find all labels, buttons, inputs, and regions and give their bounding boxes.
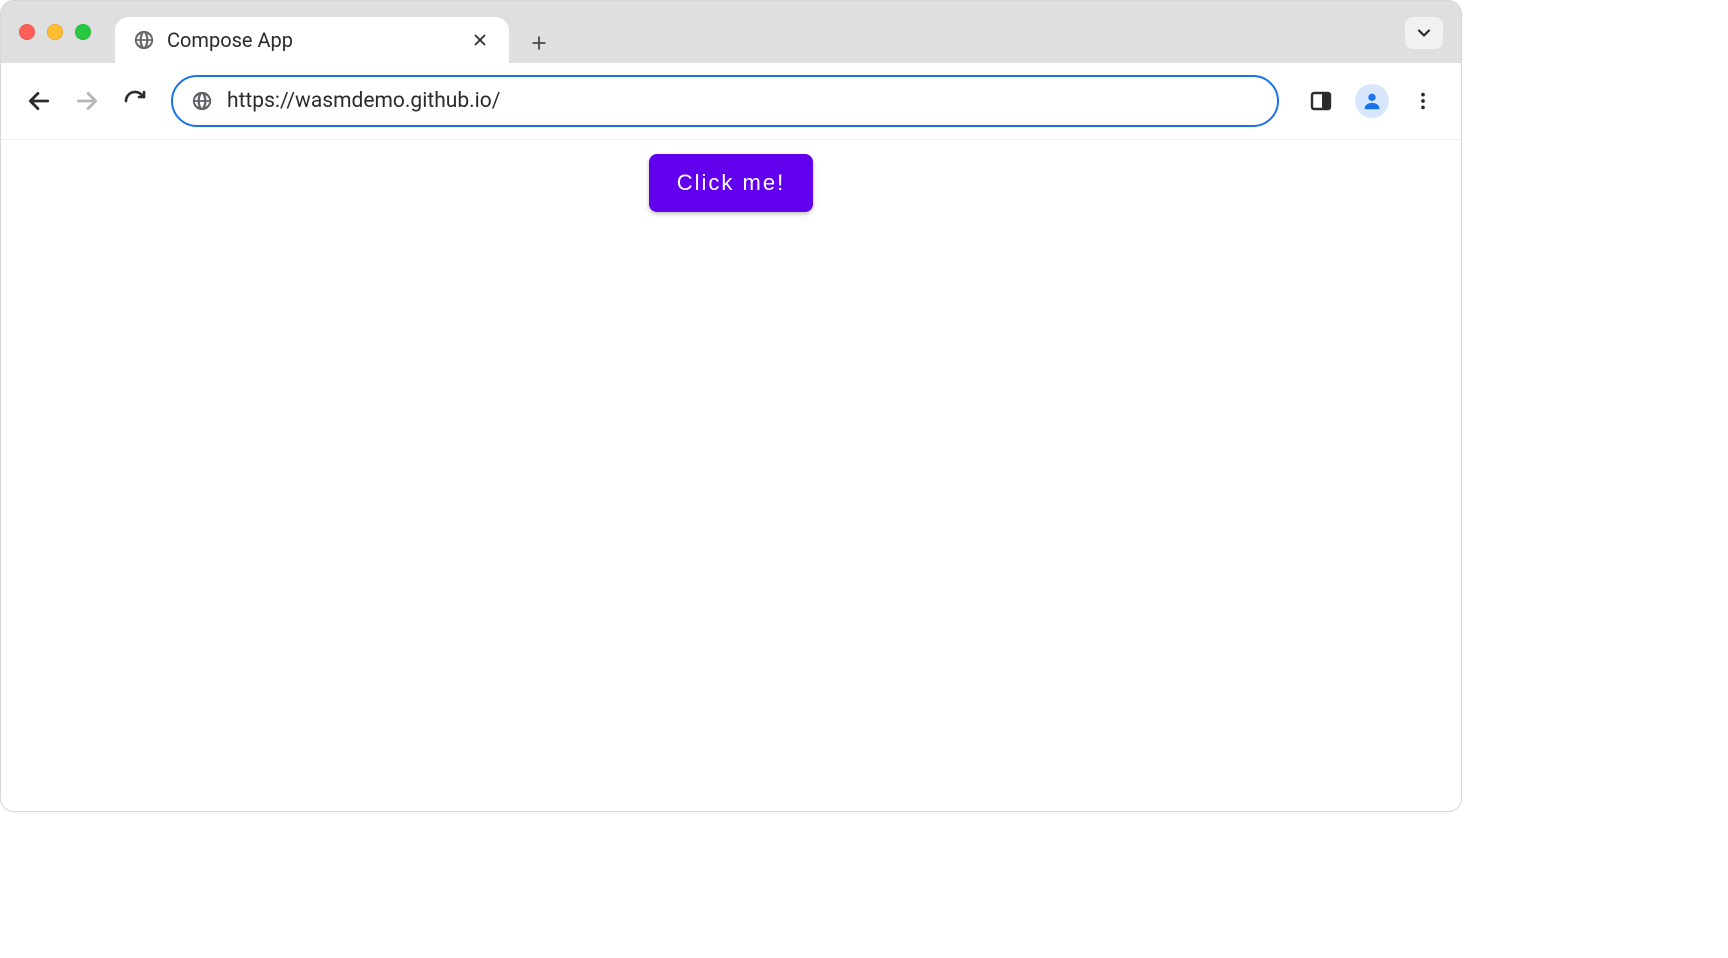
- tab-title: Compose App: [167, 28, 455, 52]
- forward-button[interactable]: [67, 81, 107, 121]
- browser-tab[interactable]: Compose App: [115, 17, 509, 63]
- tab-close-button[interactable]: [467, 27, 493, 53]
- tabs-dropdown-button[interactable]: [1405, 17, 1443, 49]
- browser-window: Compose App: [0, 0, 1462, 812]
- browser-toolbar: https://wasmdemo.github.io/: [1, 63, 1461, 140]
- url-text: https://wasmdemo.github.io/: [227, 89, 500, 113]
- address-bar[interactable]: https://wasmdemo.github.io/: [171, 75, 1279, 127]
- page-content: Click me!: [1, 140, 1461, 812]
- back-button[interactable]: [19, 81, 59, 121]
- new-tab-button[interactable]: [519, 23, 559, 63]
- tab-strip: Compose App: [1, 1, 1461, 63]
- site-info-icon[interactable]: [191, 90, 213, 112]
- globe-icon: [133, 29, 155, 51]
- profile-button[interactable]: [1355, 84, 1389, 118]
- window-zoom-button[interactable]: [75, 24, 91, 40]
- window-minimize-button[interactable]: [47, 24, 63, 40]
- reload-button[interactable]: [115, 81, 155, 121]
- chrome-menu-button[interactable]: [1403, 81, 1443, 121]
- toolbar-right-icons: [1301, 81, 1443, 121]
- window-close-button[interactable]: [19, 24, 35, 40]
- click-me-button[interactable]: Click me!: [649, 154, 813, 212]
- side-panel-button[interactable]: [1301, 81, 1341, 121]
- window-traffic-lights: [19, 1, 91, 63]
